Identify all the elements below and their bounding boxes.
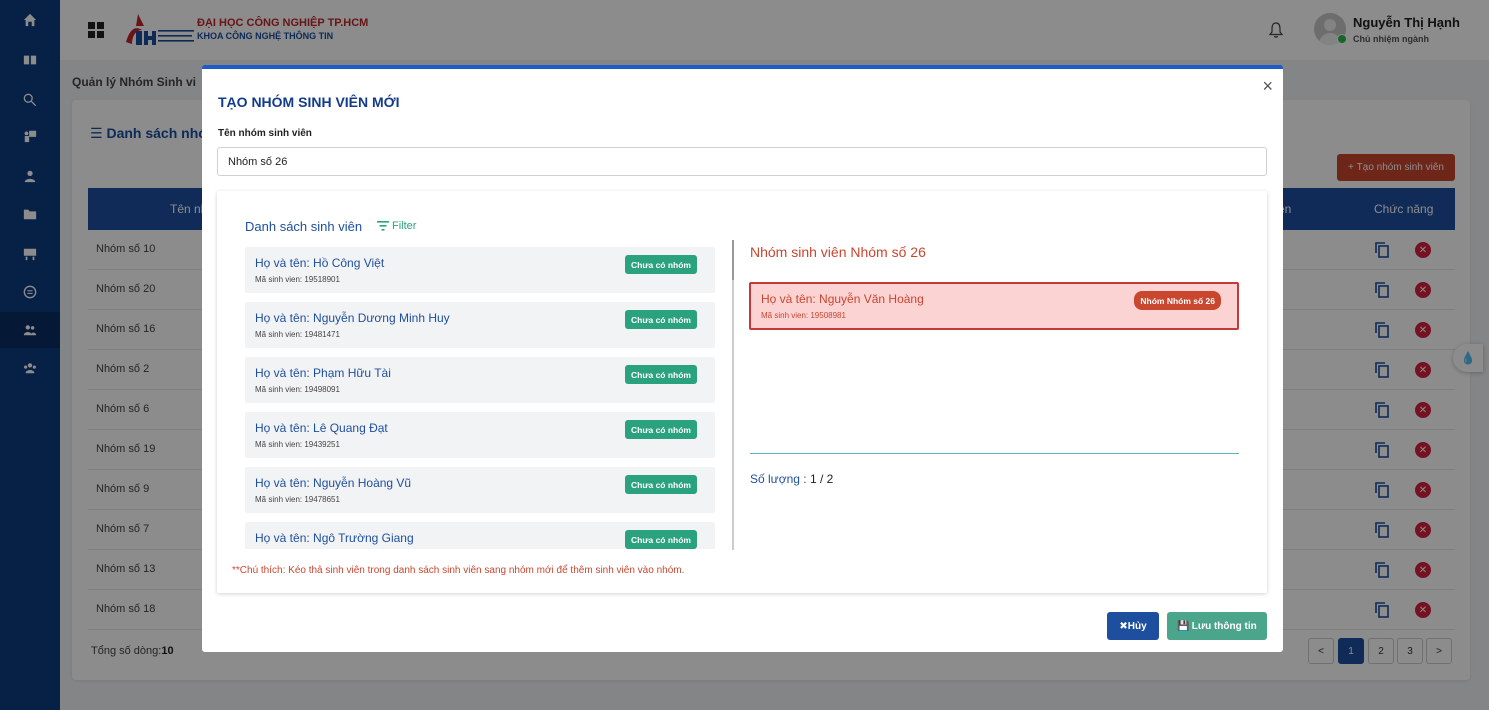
student-id: Mã sinh vien: 19439251 (255, 440, 340, 449)
create-group-modal: × TẠO NHÓM SINH VIÊN MỚI Tên nhóm sinh v… (202, 65, 1283, 652)
student-id: Mã sinh vien: 19478651 (255, 495, 340, 504)
student-name: Họ và tên: Ngô Trường Giang (255, 531, 414, 545)
filter-label: Filter (392, 220, 417, 232)
status-badge: Chưa có nhóm (625, 420, 697, 439)
student-list[interactable]: Họ và tên: Hồ Công Việt Mã sinh vien: 195… (245, 247, 715, 549)
student-item[interactable]: Họ và tên: Hồ Công Việt Mã sinh vien: 195… (245, 247, 715, 293)
modal-title: TẠO NHÓM SINH VIÊN MỚI (218, 94, 400, 110)
student-item[interactable]: Họ và tên: Nguyễn Dương Minh Huy Mã sinh … (245, 302, 715, 348)
status-badge: Chưa có nhóm (625, 475, 697, 494)
member-count-label: Số lượng : (750, 472, 807, 486)
student-id: Mã sinh vien: 19498091 (255, 385, 340, 394)
filter-button[interactable]: Filter (377, 220, 416, 232)
save-button[interactable]: 💾 Lưu thông tin (1167, 612, 1267, 640)
member-count-value: 1 / 2 (809, 472, 834, 486)
student-name: Họ và tên: Lê Quang Đạt (255, 421, 388, 435)
student-name: Họ và tên: Nguyễn Hoàng Vũ (255, 476, 412, 490)
member-count: Số lượng : 1 / 2 (750, 472, 833, 486)
student-id: Mã sinh vien: 19481471 (255, 330, 340, 339)
status-badge: Chưa có nhóm (625, 530, 697, 549)
cancel-button[interactable]: ✖ Hủy (1107, 612, 1159, 640)
student-item[interactable]: Họ và tên: Nguyễn Hoàng Vũ Mã sinh vien: … (245, 467, 715, 513)
assignment-panel: Danh sách sinh viên Filter Họ và tên: Hồ… (217, 191, 1267, 593)
drag-drop-note: **Chú thích: Kéo thả sinh viên trong dan… (232, 565, 685, 576)
student-item[interactable]: Họ và tên: Lê Quang Đạt Mã sinh vien: 194… (245, 412, 715, 458)
filter-icon (377, 221, 389, 231)
group-name-input[interactable] (217, 147, 1267, 176)
save-label: Lưu thông tin (1191, 620, 1257, 632)
student-name: Họ và tên: Hồ Công Việt (255, 256, 385, 270)
student-name: Họ và tên: Phạm Hữu Tài (255, 366, 391, 380)
status-badge: Chưa có nhóm (625, 255, 697, 274)
status-badge: Chưa có nhóm (625, 365, 697, 384)
list-scrollbar[interactable] (732, 240, 734, 550)
cancel-x-icon: ✖ (1119, 620, 1128, 632)
member-id: Mã sinh vien: 19508981 (761, 311, 846, 320)
student-id: Mã sinh vien: 19518901 (255, 275, 340, 284)
group-panel-title: Nhóm sinh viên Nhóm số 26 (750, 244, 926, 260)
group-member-item[interactable]: Họ và tên: Nguyễn Văn Hoàng Mã sinh vien… (749, 282, 1239, 330)
group-name-label: Tên nhóm sinh viên (218, 128, 312, 139)
student-list-title: Danh sách sinh viên (245, 219, 363, 234)
status-badge: Chưa có nhóm (625, 310, 697, 329)
save-icon: 💾 (1177, 620, 1190, 632)
cancel-label: Hủy (1127, 620, 1147, 632)
close-icon[interactable]: × (1262, 77, 1273, 95)
group-badge: Nhóm Nhóm số 26 (1134, 291, 1221, 310)
student-item[interactable]: Họ và tên: Phạm Hữu Tài Mã sinh vien: 194… (245, 357, 715, 403)
student-item[interactable]: Họ và tên: Ngô Trường Giang Chưa có nhóm (245, 522, 715, 549)
student-name: Họ và tên: Nguyễn Dương Minh Huy (255, 311, 450, 325)
group-divider (750, 453, 1239, 454)
member-name: Họ và tên: Nguyễn Văn Hoàng (761, 292, 924, 306)
